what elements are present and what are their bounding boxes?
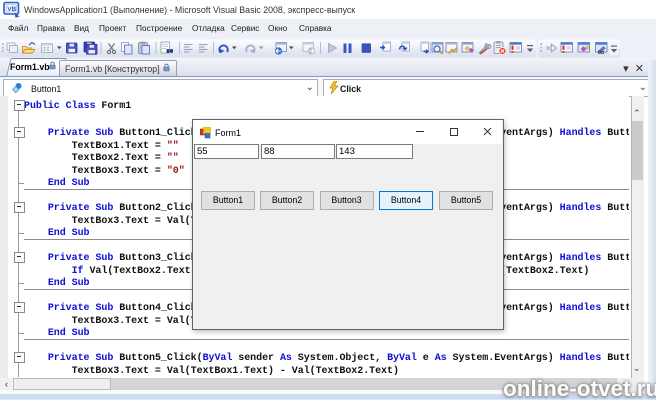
svg-text:VB: VB	[7, 6, 16, 13]
